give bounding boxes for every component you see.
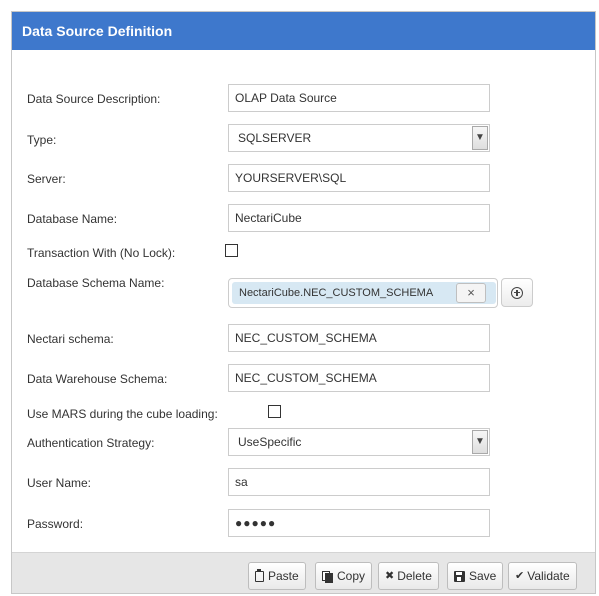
- auth-strategy-selected-value: UseSpecific: [238, 435, 302, 449]
- dw-schema-input[interactable]: [228, 364, 490, 392]
- delete-label: Delete: [397, 569, 432, 583]
- database-name-input[interactable]: [228, 204, 490, 232]
- use-mars-checkbox[interactable]: [268, 405, 281, 418]
- schema-tag: NectariCube.NEC_CUSTOM_SCHEMA ×: [232, 282, 496, 304]
- dialog-footer: Paste Copy ✖ Delete Save ✔ Validate: [12, 552, 595, 593]
- copy-label: Copy: [337, 569, 366, 583]
- clipboard-icon: [255, 569, 264, 582]
- form-area: Data Source Description: Type: SQLSERVER…: [12, 50, 595, 552]
- description-input[interactable]: [228, 84, 490, 112]
- transaction-nolock-checkbox[interactable]: [225, 244, 238, 257]
- user-name-input[interactable]: [228, 468, 490, 496]
- paste-button[interactable]: Paste: [248, 562, 306, 590]
- nectari-schema-input[interactable]: [228, 324, 490, 352]
- server-label: Server:: [27, 172, 66, 186]
- database-name-label: Database Name:: [27, 212, 118, 226]
- schema-name-label: Database Schema Name:: [27, 276, 165, 290]
- copy-icon: [322, 571, 333, 583]
- copy-button[interactable]: Copy: [315, 562, 373, 590]
- close-icon[interactable]: ×: [456, 283, 486, 303]
- auth-strategy-label: Authentication Strategy:: [27, 436, 155, 450]
- password-label: Password:: [27, 517, 84, 531]
- data-source-dialog: Data Source Definition Data Source Descr…: [11, 11, 596, 594]
- user-name-label: User Name:: [27, 476, 92, 490]
- nectari-schema-label: Nectari schema:: [27, 332, 114, 346]
- schema-tag-input[interactable]: NectariCube.NEC_CUSTOM_SCHEMA ×: [228, 278, 498, 308]
- validate-button[interactable]: ✔ Validate: [508, 562, 577, 590]
- paste-label: Paste: [268, 569, 299, 583]
- type-label: Type:: [27, 133, 57, 147]
- transaction-nolock-label: Transaction With (No Lock):: [27, 246, 176, 260]
- add-schema-button[interactable]: [501, 278, 533, 307]
- type-selected-value: SQLSERVER: [238, 131, 312, 145]
- chevron-down-icon[interactable]: ▼: [472, 126, 488, 150]
- dialog-title: Data Source Definition: [12, 12, 595, 50]
- description-label: Data Source Description:: [27, 92, 161, 106]
- password-input[interactable]: ●●●●●: [228, 509, 490, 537]
- delete-button[interactable]: ✖ Delete: [378, 562, 439, 590]
- plus-circle-icon: [511, 286, 523, 299]
- server-input[interactable]: [228, 164, 490, 192]
- chevron-down-icon[interactable]: ▼: [472, 430, 488, 454]
- type-select[interactable]: SQLSERVER ▼: [228, 124, 490, 152]
- x-icon: ✖: [385, 570, 395, 582]
- auth-strategy-select[interactable]: UseSpecific ▼: [228, 428, 490, 456]
- use-mars-label: Use MARS during the cube loading:: [27, 407, 218, 421]
- save-button[interactable]: Save: [447, 562, 504, 590]
- validate-label: Validate: [527, 569, 570, 583]
- checkmark-icon: ✔: [515, 570, 525, 582]
- floppy-disk-icon: [454, 571, 465, 582]
- schema-tag-label: NectariCube.NEC_CUSTOM_SCHEMA: [239, 287, 434, 299]
- save-label: Save: [469, 569, 497, 583]
- dw-schema-label: Data Warehouse Schema:: [27, 372, 168, 386]
